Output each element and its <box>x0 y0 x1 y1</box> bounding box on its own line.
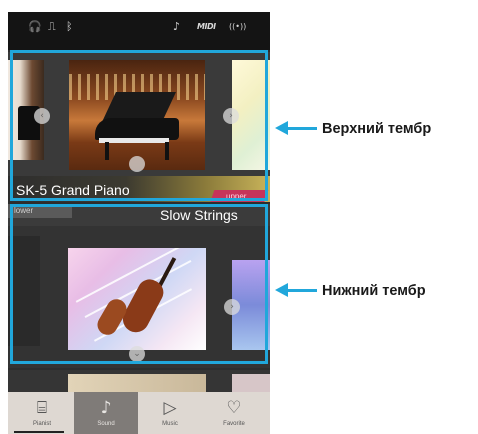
nav-label: Sound <box>97 421 115 427</box>
piano-icon: ⌸ <box>36 398 48 418</box>
audio-icon: ♪ <box>173 20 181 33</box>
nav-pianist[interactable]: ⌸ Pianist <box>10 392 74 434</box>
nav-label: Favorite <box>223 421 245 427</box>
upper-callout-arrow <box>275 121 317 135</box>
nav-sound[interactable]: ♪ Sound <box>74 392 138 434</box>
next-section-strip <box>8 370 270 392</box>
upper-tone-highlight <box>10 50 268 201</box>
status-bar: 🎧 ⎍ ᛒ ♪ MIDI ((•)) <box>8 12 270 50</box>
nav-label: Music <box>162 421 178 427</box>
lower-callout-arrow <box>275 283 317 297</box>
heart-icon: ♡ <box>226 398 242 418</box>
play-icon: ▷ <box>163 398 177 418</box>
next-section-image <box>68 374 206 392</box>
nav-label: Pianist <box>32 421 51 427</box>
nav-music[interactable]: ▷ Music <box>138 392 202 434</box>
music-note-icon: ♪ <box>100 398 112 418</box>
headphones-icon: 🎧 <box>28 20 42 33</box>
lower-tone-highlight <box>10 204 268 364</box>
next-section-image <box>232 374 270 392</box>
upper-tone-callout: Верхний тембр <box>322 121 432 137</box>
nav-underline <box>14 431 64 433</box>
bluetooth-icon[interactable]: ᛒ <box>66 18 73 36</box>
lower-tone-callout: Нижний тембр <box>322 283 426 299</box>
midi-icon: MIDI <box>197 22 216 31</box>
wireless-icon: ((•)) <box>229 22 247 31</box>
bottom-navigation: ⌸ Pianist ♪ Sound ▷ Music ♡ Favorite <box>8 392 270 434</box>
usb-icon: ⎍ <box>48 20 56 33</box>
nav-favorite[interactable]: ♡ Favorite <box>202 392 266 434</box>
